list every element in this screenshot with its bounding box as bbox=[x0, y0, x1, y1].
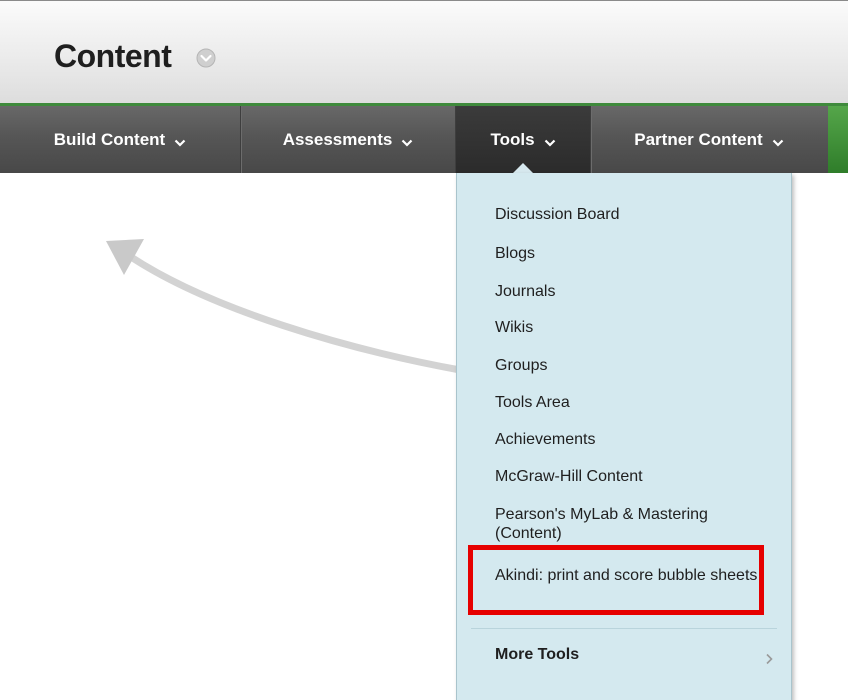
more-tools-label: More Tools bbox=[495, 646, 580, 663]
menu-item-akindi[interactable]: Akindi: print and score bubble sheets bbox=[495, 566, 765, 585]
nav-tools[interactable]: Tools bbox=[456, 106, 590, 173]
menu-item-tools-area[interactable]: Tools Area bbox=[495, 393, 765, 412]
menu-item-more-tools[interactable]: More Tools bbox=[495, 643, 773, 667]
nav-assessments-label: Assessments bbox=[282, 129, 393, 149]
content-nav-bar: Build Content Assessments Tools Partner … bbox=[0, 106, 848, 173]
menu-item-achievements[interactable]: Achievements bbox=[495, 430, 765, 449]
curved-arrow-icon bbox=[106, 239, 464, 374]
nav-accent-edge bbox=[828, 106, 848, 173]
page-title: Content bbox=[54, 38, 172, 74]
chevron-right-icon bbox=[763, 649, 775, 665]
nav-build-content[interactable]: Build Content bbox=[0, 106, 240, 173]
menu-item-discussion-board[interactable]: Discussion Board bbox=[495, 205, 765, 224]
nav-tools-label: Tools bbox=[490, 129, 535, 149]
nav-build-content-label: Build Content bbox=[53, 129, 166, 149]
menu-item-groups[interactable]: Groups bbox=[495, 356, 765, 375]
nav-partner-content[interactable]: Partner Content bbox=[591, 106, 827, 173]
menu-item-blogs[interactable]: Blogs bbox=[495, 244, 765, 263]
chevron-down-icon bbox=[772, 134, 784, 147]
chevron-down-icon bbox=[174, 134, 186, 147]
menu-item-mcgraw-hill-content[interactable]: McGraw-Hill Content bbox=[495, 467, 765, 486]
tools-dropdown-menu: Discussion Board Blogs Journals Wikis Gr… bbox=[456, 173, 792, 700]
page-header: Content bbox=[0, 0, 848, 106]
menu-item-pearson-mylab[interactable]: Pearson's MyLab & Mastering (Content) bbox=[495, 505, 765, 543]
chevron-down-icon bbox=[401, 134, 413, 147]
menu-item-journals[interactable]: Journals bbox=[495, 282, 765, 301]
menu-divider bbox=[471, 628, 777, 629]
nav-partner-content-label: Partner Content bbox=[634, 129, 763, 149]
menu-item-wikis[interactable]: Wikis bbox=[495, 318, 765, 337]
page: Content Build Content Assessments Tools bbox=[0, 0, 848, 700]
chevron-down-circle-icon[interactable] bbox=[196, 48, 216, 68]
chevron-down-icon bbox=[544, 134, 556, 147]
nav-assessments[interactable]: Assessments bbox=[241, 106, 455, 173]
